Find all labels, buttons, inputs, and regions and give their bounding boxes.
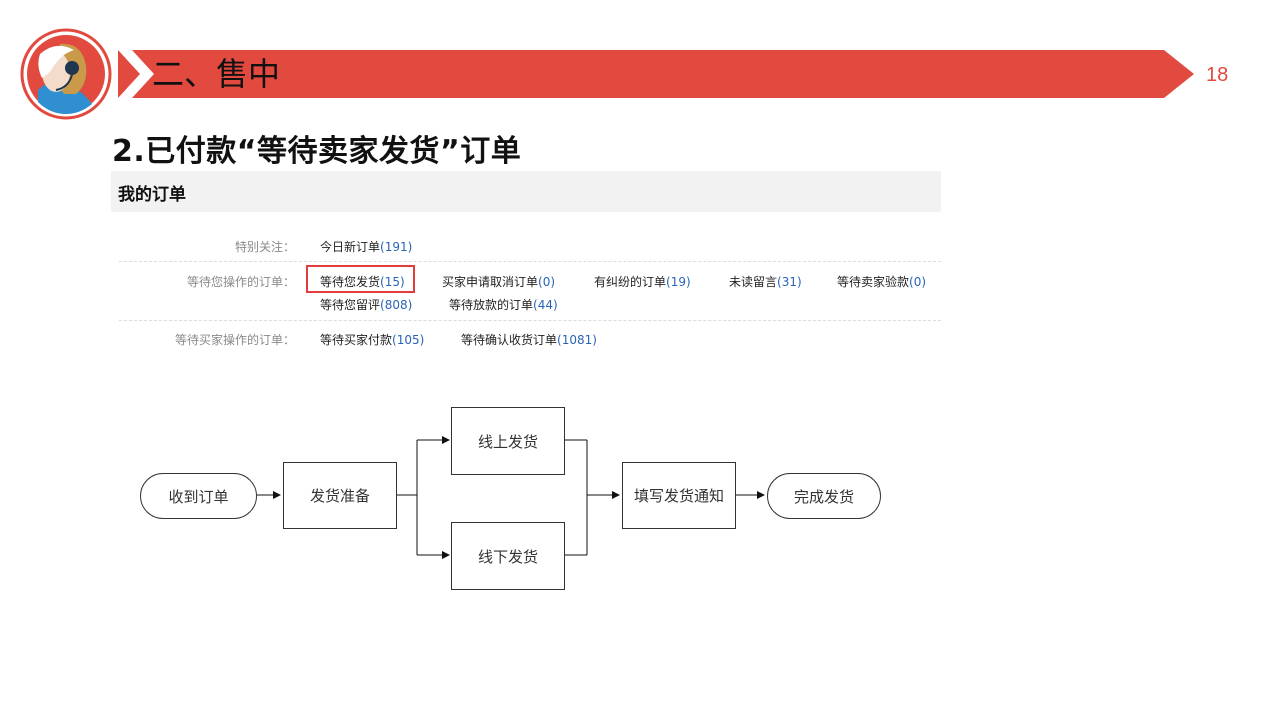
- flow-node-prepare-shipment: 发货准备: [283, 462, 397, 529]
- flow-node-fill-notice: 填写发货通知: [622, 462, 736, 529]
- flow-node-online-shipping: 线上发货: [451, 407, 565, 475]
- order-link-unread-messages[interactable]: 未读留言(31): [729, 273, 802, 290]
- slide-title: 二、售中: [152, 55, 281, 93]
- order-link-new-today[interactable]: 今日新订单(191): [320, 238, 412, 255]
- order-link-awaiting-payout[interactable]: 等待放款的订单(44): [449, 296, 558, 313]
- panel-header-label: 我的订单: [118, 185, 186, 205]
- order-link-awaiting-receipt[interactable]: 等待确认收货订单(1081): [461, 331, 597, 348]
- order-link-awaiting-review[interactable]: 等待您留评(808): [320, 296, 412, 313]
- panel-header: 我的订单: [111, 171, 941, 212]
- flow-node-receive-order: 收到订单: [140, 473, 257, 519]
- row-label-seller-action: 等待您操作的订单：: [186, 275, 295, 289]
- flow-node-offline-shipping: 线下发货: [451, 522, 565, 590]
- shipping-flow-diagram: 收到订单 发货准备 线上发货 线下发货 填写发货通知 完成发货: [135, 400, 895, 600]
- order-link-cancel-requests[interactable]: 买家申请取消订单(0): [442, 273, 555, 290]
- flow-node-complete: 完成发货: [767, 473, 881, 519]
- slide-banner: 二、售中: [118, 50, 1194, 98]
- row-label-buyer-action: 等待买家操作的订单：: [174, 333, 295, 347]
- orders-panel: 我的订单 特别关注： 今日新订单(191) 等待您操作的订单： 等待您发货(15…: [111, 171, 941, 351]
- page-number: 18: [1206, 64, 1229, 86]
- divider: [119, 261, 941, 262]
- order-link-awaiting-shipment[interactable]: 等待您发货(15): [320, 273, 405, 290]
- order-link-awaiting-verification[interactable]: 等待卖家验款(0): [837, 273, 926, 290]
- row-label-special: 特别关注：: [234, 240, 295, 254]
- divider: [119, 320, 941, 321]
- order-link-awaiting-payment[interactable]: 等待买家付款(105): [320, 331, 424, 348]
- order-link-disputes[interactable]: 有纠纷的订单(19): [594, 273, 691, 290]
- customer-service-headset-icon: [20, 28, 112, 120]
- section-title: 2.已付款“等待卖家发货”订单: [112, 134, 522, 169]
